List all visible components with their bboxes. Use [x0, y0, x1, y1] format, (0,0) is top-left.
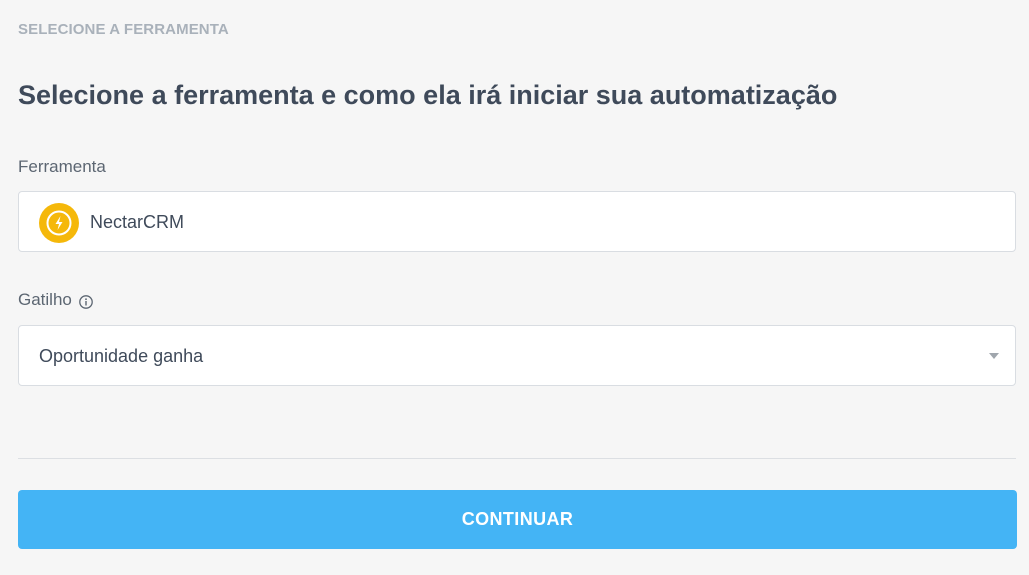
page-title: Selecione a ferramenta e como ela irá in… [18, 80, 838, 110]
trigger-field-label-row: Gatilho [18, 290, 93, 310]
trigger-field-label: Gatilho [18, 290, 72, 309]
tool-field[interactable]: NectarCRM [18, 191, 1016, 252]
info-icon[interactable] [79, 294, 93, 309]
continue-button[interactable]: CONTINUAR [18, 490, 1017, 549]
tool-field-label: Ferramenta [18, 157, 106, 176]
tool-name: NectarCRM [90, 212, 185, 232]
chevron-down-icon [989, 353, 999, 359]
step-label: SELECIONE A FERRAMENTA [18, 21, 229, 38]
divider [18, 458, 1016, 459]
nectarcrm-logo-icon [39, 203, 79, 243]
trigger-select[interactable]: Oportunidade ganha [18, 325, 1016, 386]
trigger-selected-value: Oportunidade ganha [39, 346, 204, 366]
tool-selection-panel: SELECIONE A FERRAMENTA Selecione a ferra… [0, 0, 1029, 575]
